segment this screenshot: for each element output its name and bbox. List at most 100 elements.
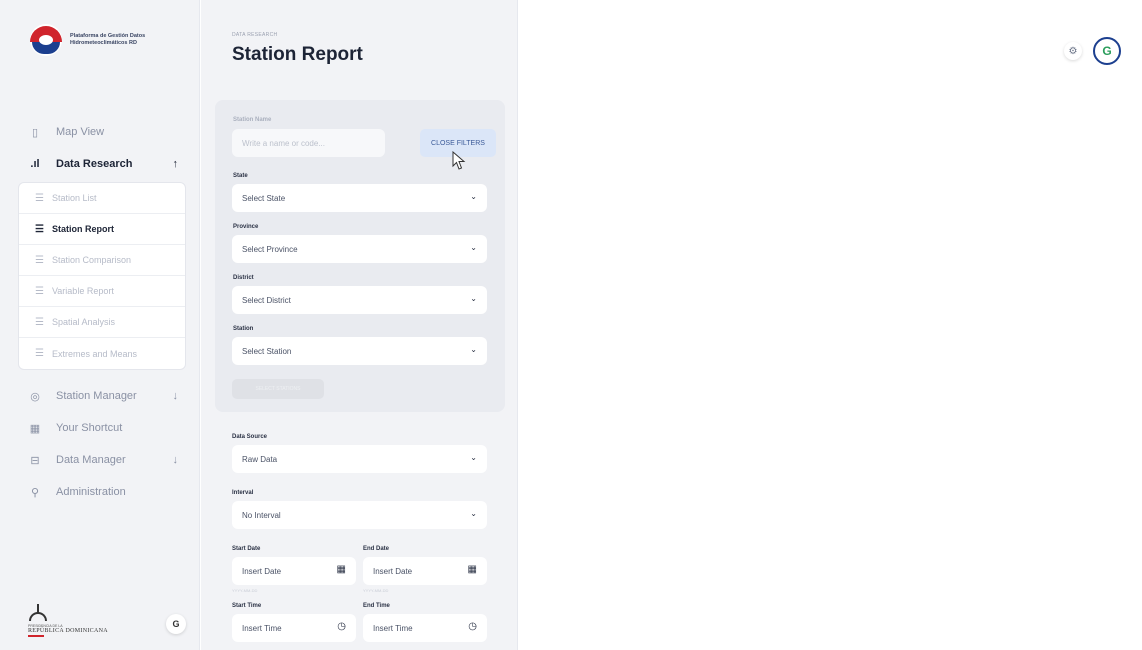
province-select[interactable]: Select Province ⌄ <box>232 235 487 263</box>
submenu-item-label: Spatial Analysis <box>51 317 116 327</box>
district-select[interactable]: Select District ⌄ <box>232 286 487 314</box>
arrow-up-icon: ↑ <box>172 158 179 170</box>
chevron-down-icon: ⌄ <box>470 192 477 201</box>
sidebar-item-label: Data Research <box>56 158 133 170</box>
flag-stripe <box>28 635 44 637</box>
sidebar-item-data-research[interactable]: .ıl Data Research ↑ <box>0 148 200 180</box>
start-time-placeholder: Insert Time <box>242 623 282 633</box>
province-label: Province <box>233 224 259 230</box>
sidebar-item-label: Station Manager <box>56 390 137 402</box>
station-label: Station <box>233 326 254 332</box>
sidebar: Plataforma de Gestión Datos Hidrometeocl… <box>0 0 200 650</box>
start-date-label: Start Date <box>232 546 261 552</box>
state-label: State <box>233 173 248 179</box>
submenu-item-spatial-analysis[interactable]: ☰ Spatial Analysis <box>19 307 185 338</box>
end-time-input[interactable]: Insert Time ◷ <box>363 614 487 642</box>
sidebar-item-your-shortcut[interactable]: ▦ Your Shortcut <box>0 412 200 444</box>
submenu-item-label: Variable Report <box>51 286 114 296</box>
clock-icon[interactable]: ◷ <box>337 621 346 632</box>
end-date-format-hint: YYYY-MM-DD <box>363 588 389 593</box>
filters-card: Station Name Write a name or code... CLO… <box>215 100 505 412</box>
chart-icon: .ıl <box>30 158 40 170</box>
wrench-icon: ⚲ <box>30 486 40 499</box>
station-name-label: Station Name <box>233 117 272 123</box>
page-title: Station Report <box>232 44 363 65</box>
end-date-input[interactable]: Insert Date ▦ <box>363 557 487 585</box>
list-icon: ☰ <box>35 223 44 235</box>
sidebar-item-data-manager[interactable]: ⊟ Data Manager ↓ <box>0 444 200 476</box>
start-date-placeholder: Insert Date <box>242 566 282 576</box>
submenu-item-variable-report[interactable]: ☰ Variable Report <box>19 276 185 307</box>
sidebar-item-label: Data Manager <box>56 454 126 466</box>
map-icon: ▯ <box>31 126 39 139</box>
presidency-logo: PRESIDENCIA DE LA REPÚBLICA DOMINICANA <box>28 604 108 637</box>
sidebar-item-label: Map View <box>56 126 105 138</box>
platform-logo[interactable]: Plataforma de Gestión Datos Hidrometeocl… <box>30 24 170 56</box>
location-icon: ◎ <box>30 390 40 403</box>
submenu-item-label: Station Comparison <box>51 255 132 265</box>
data-source-label: Data Source <box>232 434 268 440</box>
submenu-item-station-list[interactable]: ☰ Station List <box>19 183 185 214</box>
district-label: District <box>233 275 254 281</box>
chevron-down-icon: ⌄ <box>470 345 477 354</box>
start-time-input[interactable]: Insert Time ◷ <box>232 614 356 642</box>
seal-icon <box>28 604 48 622</box>
end-time-placeholder: Insert Time <box>373 623 413 633</box>
arrow-down-icon: ↓ <box>172 390 179 402</box>
submenu-item-label: Station List <box>51 193 97 203</box>
district-select-value: Select District <box>242 295 291 305</box>
station-name-input[interactable]: Write a name or code... <box>232 129 385 157</box>
breadcrumb: DATA RESEARCH <box>232 32 278 38</box>
end-time-label: End Time <box>363 603 390 609</box>
calendar-icon[interactable]: ▦ <box>337 564 346 575</box>
submenu-item-label: Extremes and Means <box>51 348 138 359</box>
chevron-down-icon: ⌄ <box>470 453 477 462</box>
province-select-value: Select Province <box>242 244 298 254</box>
end-date-label: End Date <box>363 546 390 552</box>
station-select[interactable]: Select Station ⌄ <box>232 337 487 365</box>
end-date-placeholder: Insert Date <box>373 566 413 576</box>
data-source-value: Raw Data <box>242 454 278 464</box>
start-date-input[interactable]: Insert Date ▦ <box>232 557 356 585</box>
sidebar-item-station-manager[interactable]: ◎ Station Manager ↓ <box>0 380 200 412</box>
list-icon: ☰ <box>35 316 44 328</box>
arrow-down-icon: ↓ <box>172 454 179 466</box>
gear-icon: ⚙ <box>1068 45 1078 57</box>
station-select-value: Select Station <box>242 346 292 356</box>
submenu-item-label: Station Report <box>51 224 114 234</box>
sidebar-item-label: Administration <box>56 486 126 498</box>
state-select[interactable]: Select State ⌄ <box>232 184 487 212</box>
state-select-value: Select State <box>242 193 286 203</box>
collapse-sidebar-button[interactable]: G <box>166 614 186 634</box>
database-icon: ⊟ <box>30 454 40 467</box>
sidebar-item-label: Your Shortcut <box>56 422 123 434</box>
logo-line-1: Plataforma de Gestión Datos <box>70 33 146 39</box>
start-date-format-hint: YYYY-MM-DD <box>232 588 258 593</box>
logo-icon <box>30 24 62 56</box>
select-stations-button[interactable]: SELECT STATIONS <box>232 379 324 399</box>
sidebar-item-administration[interactable]: ⚲ Administration <box>0 476 200 508</box>
chevron-down-icon: ⌄ <box>470 509 477 518</box>
submenu-item-station-comparison[interactable]: ☰ Station Comparison <box>19 245 185 276</box>
submenu-item-extremes-and-means[interactable]: ☰ Extremes and Means <box>19 338 185 369</box>
report-panel: DATA RESEARCH Station Report Station Nam… <box>201 0 518 650</box>
start-time-label: Start Time <box>232 603 262 609</box>
clock-icon[interactable]: ◷ <box>468 621 477 632</box>
chevron-down-icon: ⌄ <box>470 294 477 303</box>
chevron-down-icon: ⌄ <box>470 243 477 252</box>
list-icon: ☰ <box>35 192 44 204</box>
sidebar-item-map-view[interactable]: ▯ Map View <box>0 116 200 148</box>
interval-value: No Interval <box>242 510 281 520</box>
interval-select[interactable]: No Interval ⌄ <box>232 501 487 529</box>
settings-button[interactable]: ⚙ <box>1064 42 1082 60</box>
list-icon: ☰ <box>35 285 44 297</box>
interval-label: Interval <box>232 490 254 496</box>
submenu-item-station-report[interactable]: ☰ Station Report <box>19 214 185 245</box>
data-research-submenu: ☰ Station List ☰ Station Report ☰ Statio… <box>18 182 186 370</box>
user-avatar[interactable]: G <box>1093 37 1121 65</box>
presidency-line-2: REPÚBLICA DOMINICANA <box>28 628 108 634</box>
list-icon: ☰ <box>35 348 44 359</box>
data-source-select[interactable]: Raw Data ⌄ <box>232 445 487 473</box>
calendar-icon[interactable]: ▦ <box>468 564 477 575</box>
logo-line-2: Hidrometeoclimáticos RD <box>70 40 137 46</box>
